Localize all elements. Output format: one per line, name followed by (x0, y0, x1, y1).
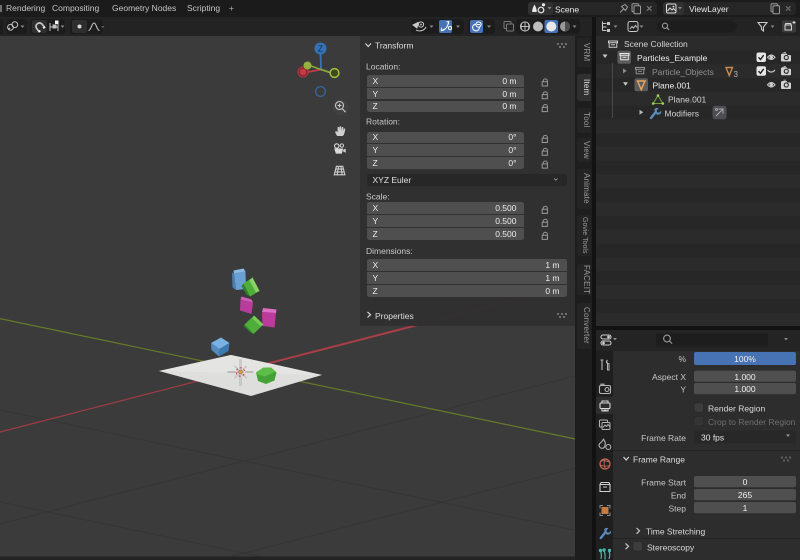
svg-text:Stereoscopy: Stereoscopy (647, 542, 695, 552)
svg-text:1.000: 1.000 (734, 372, 756, 382)
svg-text:Scale:: Scale: (366, 192, 390, 202)
svg-text:Dimensions:: Dimensions: (366, 246, 413, 256)
svg-text:Plane.001: Plane.001 (653, 81, 692, 91)
svg-text:30 fps: 30 fps (701, 433, 724, 443)
svg-text:Aspect X: Aspect X (652, 372, 686, 382)
svg-text:%: % (678, 354, 686, 364)
svg-text:Transform: Transform (375, 41, 413, 51)
svg-text:Scene: Scene (555, 5, 579, 15)
svg-text:Scene Collection: Scene Collection (624, 39, 688, 49)
svg-text:ViewLayer: ViewLayer (689, 4, 729, 14)
svg-text:Plane.001: Plane.001 (668, 94, 707, 104)
svg-text:Particle_Objects: Particle_Objects (652, 67, 714, 77)
svg-text:Time Stretching: Time Stretching (646, 526, 705, 536)
svg-text:Rotation:: Rotation: (366, 117, 400, 127)
svg-text:Step: Step (669, 504, 687, 514)
svg-text:Frame Range: Frame Range (633, 455, 685, 465)
svg-text:Y: Y (680, 384, 686, 394)
svg-text:Frame Start: Frame Start (641, 478, 687, 488)
svg-text:100%: 100% (734, 354, 756, 364)
svg-text:Crop to Render Region: Crop to Render Region (708, 417, 796, 427)
svg-text:Properties: Properties (375, 311, 414, 321)
svg-text:265: 265 (738, 490, 752, 500)
svg-text:0: 0 (743, 477, 748, 487)
svg-text:Particles_Example: Particles_Example (637, 53, 708, 63)
svg-text:Render Region: Render Region (708, 404, 765, 414)
svg-text:Frame Rate: Frame Rate (641, 433, 686, 443)
svg-text:1: 1 (743, 503, 748, 513)
svg-text:Z: Z (318, 45, 323, 54)
svg-text:Location:: Location: (366, 62, 401, 72)
svg-text:3: 3 (734, 70, 739, 79)
svg-text:Modifiers: Modifiers (665, 108, 699, 118)
svg-text:End: End (671, 491, 686, 501)
svg-text:1.000: 1.000 (734, 384, 756, 394)
